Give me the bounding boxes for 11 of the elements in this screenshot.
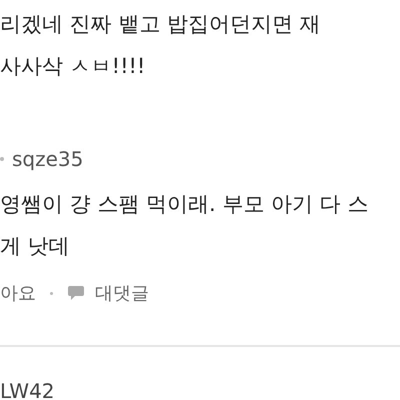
comment-text: 게 낫데 [0, 233, 71, 260]
separator-dot [50, 292, 53, 294]
separator-dot [0, 157, 4, 161]
comment-text: 리겠네 진짜 뱉고 밥집어던지면 재 [0, 11, 322, 38]
comment-author: sqze35 [12, 147, 84, 171]
like-button[interactable]: 아요 [0, 281, 36, 305]
comment-author: LW42 [0, 379, 55, 400]
reply-button[interactable]: 대댓글 [95, 281, 149, 305]
comment-text: 사사삭 ㅅㅂ!!!! [0, 53, 146, 80]
speech-bubble-icon [67, 285, 85, 301]
comment-text: 영쌤이 걍 스팸 먹이래. 부모 아기 다 스 [0, 191, 370, 218]
